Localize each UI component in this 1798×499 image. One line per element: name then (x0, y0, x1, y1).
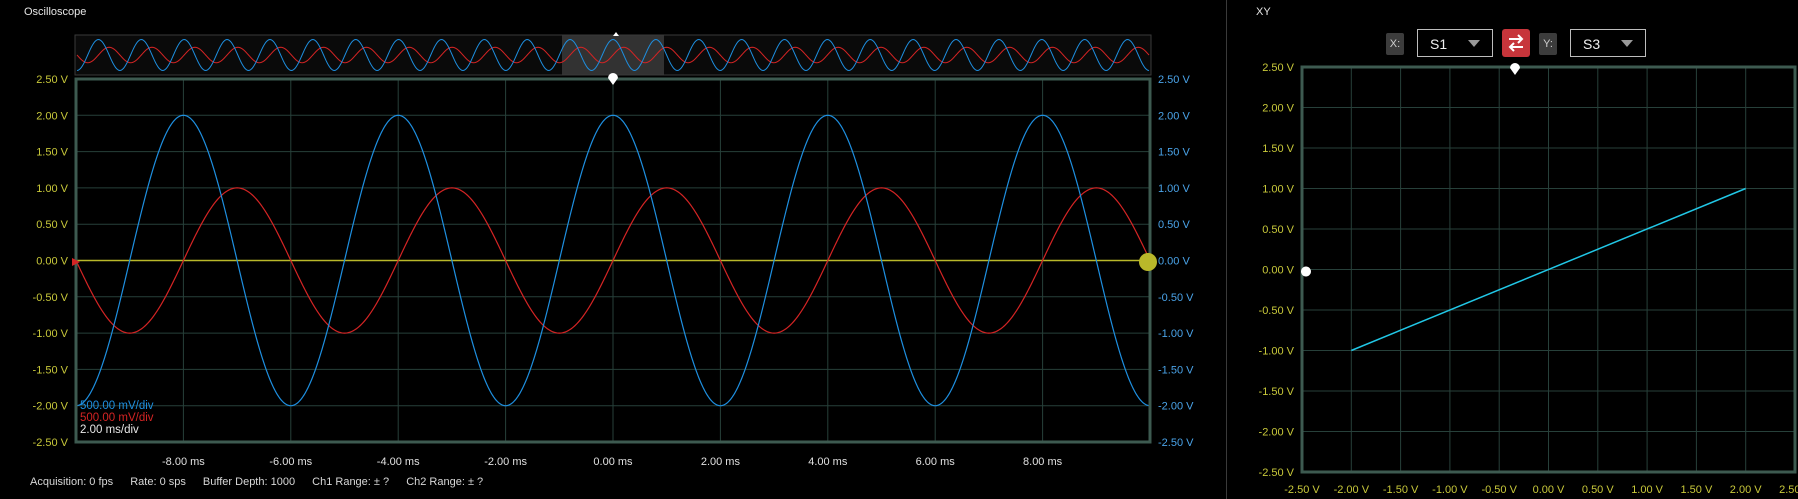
scope-y-tick-right: 1.00 V (1158, 183, 1190, 195)
xy-x-tick: 2.50 V (1779, 484, 1798, 496)
overview-window-marker-icon[interactable] (613, 32, 619, 36)
xy-y-tick: 1.00 V (1262, 184, 1294, 196)
xy-x-tick: 0.50 V (1582, 484, 1614, 496)
scope-x-axis: -8.00 ms -6.00 ms -4.00 ms -2.00 ms 0.00 ms 2… (162, 456, 1063, 468)
xy-y-tick: 1.50 V (1262, 143, 1294, 155)
scope-x-tick: 8.00 ms (1023, 456, 1063, 468)
scope-y-tick-right: -0.50 V (1158, 292, 1194, 304)
scope-y-tick-left: 0.50 V (36, 219, 68, 231)
buffer-depth-status: Buffer Depth: 1000 (202, 476, 296, 488)
scope-x-tick: -4.00 ms (377, 456, 420, 468)
trigger-level-handle[interactable] (1139, 253, 1157, 271)
xy-y-tick: -2.50 V (1259, 467, 1295, 479)
xy-plot[interactable]: 2.50 V 2.00 V 1.50 V 1.00 V 0.50 V 0.00 V -0.5… (1238, 0, 1798, 499)
xy-x-tick: 1.00 V (1631, 484, 1663, 496)
scope-x-tick: 4.00 ms (808, 456, 848, 468)
scope-y-tick-left: -1.50 V (33, 364, 69, 376)
scope-y-tick-left: 0.00 V (36, 256, 68, 268)
xy-x-tick: -2.00 V (1334, 484, 1370, 496)
scope-y-tick-right: -2.00 V (1158, 401, 1194, 413)
trigger-time-marker-icon[interactable] (608, 73, 618, 85)
xy-y-tick: 2.00 V (1262, 103, 1294, 115)
panel-divider (1226, 0, 1227, 499)
scope-y-tick-left: -0.50 V (33, 292, 69, 304)
scope-y-tick-left: -2.00 V (33, 401, 69, 413)
xy-x-tick: -2.50 V (1284, 484, 1320, 496)
xy-y-tick: -2.00 V (1259, 427, 1295, 439)
xy-x-tick: -1.00 V (1432, 484, 1468, 496)
scope-y-tick-left: 1.50 V (36, 147, 68, 159)
xy-x-tick: 1.50 V (1680, 484, 1712, 496)
scope-x-tick: 0.00 ms (593, 456, 633, 468)
scope-x-tick: -8.00 ms (162, 456, 205, 468)
xy-y-marker-icon[interactable] (1301, 266, 1311, 277)
scope-y-axis-right: 2.50 V 2.00 V 1.50 V 1.00 V 0.50 V 0.00 V -0.5… (1158, 74, 1194, 449)
xy-x-tick: -0.50 V (1481, 484, 1517, 496)
status-bar: Acquisition: 0 fps Rate: 0 sps Buffer De… (30, 476, 497, 488)
scope-y-tick-right: -1.50 V (1158, 364, 1194, 376)
ch1-range-status: Ch1 Range: ± ? (312, 476, 390, 488)
scope-y-tick-left: 1.00 V (36, 183, 68, 195)
xy-y-tick: -0.50 V (1259, 305, 1295, 317)
xy-x-axis: -2.50 V -2.00 V -1.50 V -1.00 V -0.50 V 0.00 … (1284, 484, 1798, 496)
xy-y-tick: 0.00 V (1262, 265, 1294, 277)
scope-y-tick-left: -1.00 V (33, 328, 69, 340)
scope-y-tick-right: 2.50 V (1158, 74, 1190, 86)
xy-y-axis: 2.50 V 2.00 V 1.50 V 1.00 V 0.50 V 0.00 V -0.5… (1259, 62, 1295, 479)
xy-y-tick: 2.50 V (1262, 62, 1294, 74)
ch1-scale-label: 500.00 mV/div (80, 400, 154, 412)
scope-y-tick-right: -2.50 V (1158, 437, 1194, 449)
scope-y-tick-right: 1.50 V (1158, 147, 1190, 159)
xy-y-tick: -1.50 V (1259, 386, 1295, 398)
scope-y-tick-right: 0.00 V (1158, 256, 1190, 268)
scope-y-tick-right: 0.50 V (1158, 219, 1190, 231)
scope-x-tick: 2.00 ms (701, 456, 741, 468)
rate-status: Rate: 0 sps (130, 476, 186, 488)
scope-x-tick: -2.00 ms (484, 456, 527, 468)
scope-y-tick-right: -1.00 V (1158, 328, 1194, 340)
time-scale-label: 2.00 ms/div (80, 424, 139, 436)
ch2-range-status: Ch2 Range: ± ? (406, 476, 484, 488)
xy-y-tick: -1.00 V (1259, 346, 1295, 358)
scope-y-tick-left: 2.50 V (36, 74, 68, 86)
scope-y-tick-right: 2.00 V (1158, 110, 1190, 122)
xy-x-tick: 2.00 V (1730, 484, 1762, 496)
xy-y-tick: 0.50 V (1262, 224, 1294, 236)
xy-x-tick: -1.50 V (1383, 484, 1419, 496)
acquisition-status: Acquisition: 0 fps (30, 476, 114, 488)
scope-x-tick: -6.00 ms (269, 456, 312, 468)
scope-y-tick-left: 2.00 V (36, 110, 68, 122)
scope-x-tick: 6.00 ms (916, 456, 956, 468)
oscilloscope-plot[interactable]: 2.50 V 2.00 V 1.50 V 1.00 V 0.50 V 0.00 V -0.5… (0, 0, 1220, 470)
xy-x-tick: 0.00 V (1533, 484, 1565, 496)
ch2-scale-label: 500.00 mV/div (80, 412, 154, 424)
scope-legend: 500.00 mV/div 500.00 mV/div 2.00 ms/div (80, 400, 154, 436)
scope-y-axis-left: 2.50 V 2.00 V 1.50 V 1.00 V 0.50 V 0.00 V -0.5… (33, 74, 69, 449)
scope-y-tick-left: -2.50 V (33, 437, 69, 449)
xy-x-marker-icon[interactable] (1510, 63, 1520, 75)
